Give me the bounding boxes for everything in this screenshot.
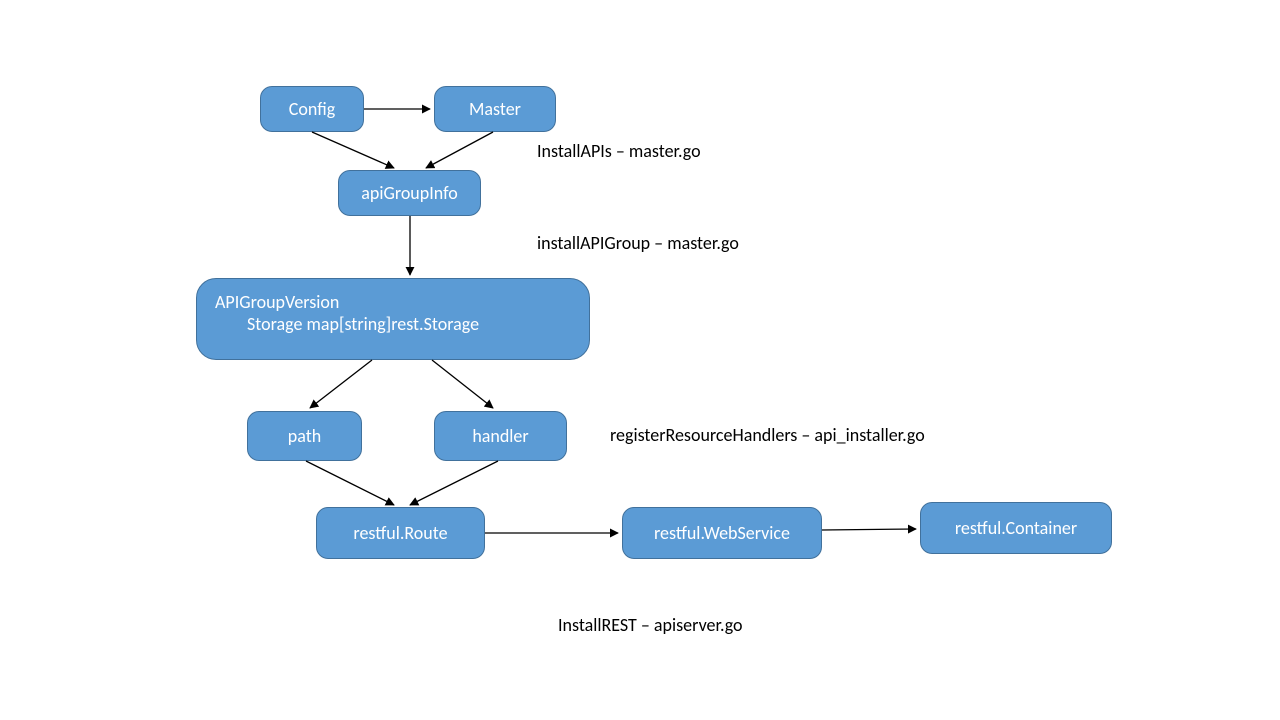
edge-apigroupversion-path: [310, 360, 372, 408]
node-restful-route: restful.Route: [316, 507, 485, 559]
edge-master-apigroupinfo: [426, 132, 493, 168]
node-restful-webservice: restful.WebService: [622, 507, 822, 559]
node-path: path: [247, 411, 362, 461]
node-master: Master: [434, 86, 556, 132]
node-apigroupinfo: apiGroupInfo: [338, 170, 481, 216]
edge-config-apigroupinfo: [312, 132, 394, 168]
apigroupversion-line1: APIGroupVersion: [215, 291, 479, 313]
apigroupversion-line2: Storage map[string]rest.Storage: [247, 313, 479, 335]
arrows-layer: [0, 0, 1280, 720]
label-registerresourcehandlers: registerResourceHandlers – api_installer…: [610, 424, 925, 446]
node-apigroupversion: APIGroupVersion Storage map[string]rest.…: [196, 278, 590, 360]
label-installrest: InstallREST – apiserver.go: [558, 614, 743, 636]
node-handler: handler: [434, 411, 567, 461]
edge-handler-route: [410, 461, 498, 505]
label-installapis: InstallAPIs – master.go: [537, 140, 701, 162]
edge-path-route: [306, 461, 394, 505]
node-restful-container: restful.Container: [920, 502, 1112, 554]
edge-apigroupversion-handler: [432, 360, 493, 408]
node-config: Config: [260, 86, 364, 132]
label-installapigroup: installAPIGroup – master.go: [537, 232, 739, 254]
edge-webservice-container: [822, 529, 916, 530]
